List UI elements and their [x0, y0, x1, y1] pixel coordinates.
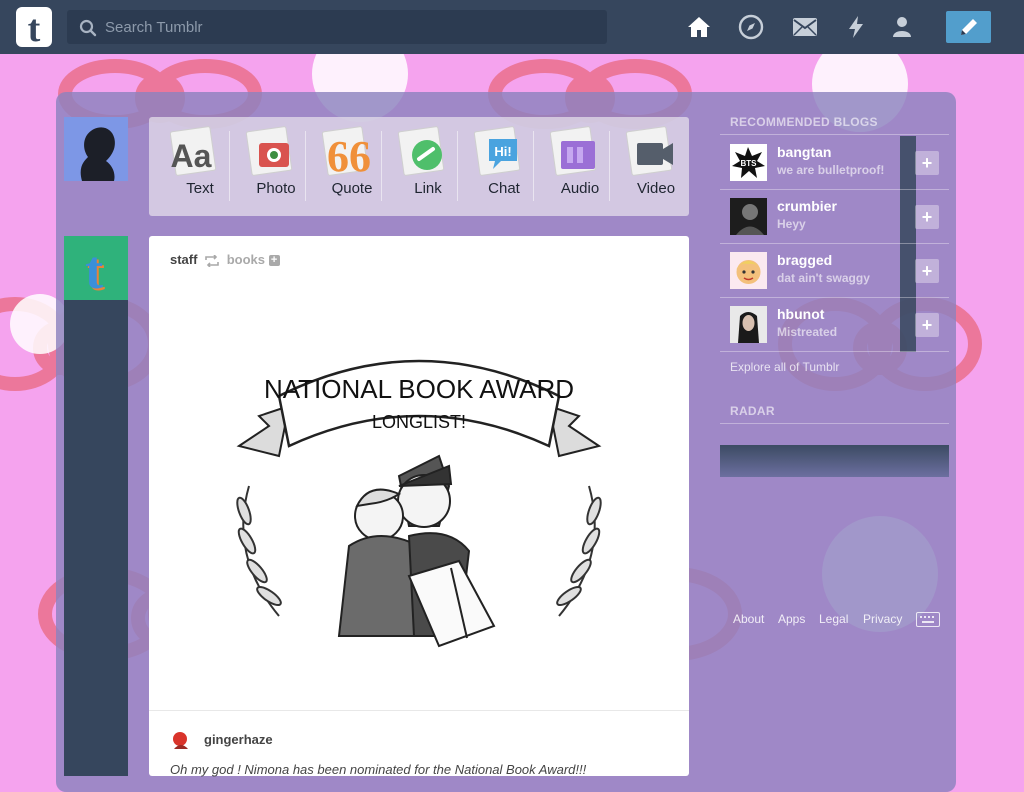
svg-text:BTS: BTS	[741, 159, 758, 168]
tumblr-logo-icon[interactable]: t	[14, 5, 54, 49]
radar-post-preview[interactable]	[720, 445, 949, 477]
blog-subtitle: dat ain't swaggy	[777, 271, 870, 285]
account-icon[interactable]	[888, 13, 916, 41]
follow-button[interactable]: +	[915, 313, 939, 337]
user-avatar[interactable]	[64, 117, 128, 181]
fade-edge	[900, 190, 916, 244]
post-divider	[149, 710, 689, 711]
chat-icon: Hi!	[473, 126, 521, 176]
post-caption: Oh my god ! Nimona has been nominated fo…	[170, 762, 587, 777]
reblogger-name[interactable]: gingerhaze	[204, 732, 273, 747]
national-book-award-illustration: NATIONAL BOOK AWARD LONGLIST!	[236, 359, 602, 648]
illustration-subtitle-text: LONGLIST!	[372, 412, 466, 432]
divider	[720, 351, 949, 352]
footer-link-privacy[interactable]: Privacy	[863, 612, 902, 626]
post-type-audio[interactable]: Audio	[533, 117, 611, 216]
blog-subtitle: Heyy	[777, 217, 806, 231]
search-input[interactable]	[105, 10, 595, 44]
post-type-chat[interactable]: Hi! Chat	[457, 117, 535, 216]
blog-name: hbunot	[777, 306, 825, 322]
post-type-photo[interactable]: Photo	[229, 117, 307, 216]
quote-icon: 66	[321, 126, 371, 179]
search-box[interactable]	[67, 10, 607, 44]
recommended-blog-item[interactable]: crumbier Heyy +	[720, 190, 949, 244]
divider	[720, 423, 949, 424]
post-type-label: Video	[636, 180, 676, 197]
svg-text:66: 66	[327, 132, 371, 179]
reblogged-from-link[interactable]: books	[227, 252, 265, 267]
reblog-icon	[205, 253, 219, 268]
footer-link-apps[interactable]: Apps	[778, 612, 805, 626]
follow-button[interactable]: +	[915, 151, 939, 175]
explore-link[interactable]: Explore all of Tumblr	[730, 360, 839, 374]
blog-subtitle: we are bulletproof!	[777, 163, 885, 177]
divider	[720, 134, 949, 135]
explore-icon[interactable]	[737, 13, 765, 41]
pencil-icon	[960, 19, 977, 35]
radar-heading: RADAR	[730, 404, 775, 418]
reblogger-avatar[interactable]	[170, 729, 192, 751]
post-type-bar: Aa Text Photo 66 Quote Link Hi! Chat Aud…	[149, 117, 689, 216]
link-icon	[397, 126, 445, 176]
video-icon	[625, 126, 673, 176]
post-type-video[interactable]: Video	[609, 117, 687, 216]
follow-plus-icon[interactable]: +	[268, 255, 280, 267]
blog-avatar	[730, 306, 767, 343]
blog-avatar: BTS	[730, 144, 767, 181]
recommended-blogs-heading: RECOMMENDED BLOGS	[730, 115, 878, 129]
recommended-blog-item[interactable]: BTS bangtan we are bulletproof! +	[720, 136, 949, 190]
fade-edge	[900, 298, 916, 352]
text-icon: Aa	[169, 126, 217, 176]
post-avatar-column	[64, 236, 128, 776]
fade-edge	[900, 244, 916, 298]
inbox-icon[interactable]	[791, 13, 819, 41]
staff-avatar[interactable]: t t	[64, 236, 128, 302]
blog-name: bangtan	[777, 144, 832, 160]
fade-edge	[900, 136, 916, 190]
search-icon	[79, 19, 97, 37]
blog-avatar	[730, 198, 767, 235]
keyboard-shortcuts-icon[interactable]	[916, 612, 940, 627]
blog-name: crumbier	[777, 198, 837, 214]
post-header: staff books +	[170, 252, 280, 268]
home-icon[interactable]	[685, 13, 713, 41]
footer-link-legal[interactable]: Legal	[819, 612, 848, 626]
activity-icon[interactable]	[842, 13, 870, 41]
photo-icon	[245, 126, 293, 176]
post-card: staff books + NATIONAL BOOK AWARD LONGLI…	[149, 236, 689, 777]
follow-button[interactable]: +	[915, 205, 939, 229]
svg-text:t: t	[28, 8, 41, 49]
recommended-blog-item[interactable]: bragged dat ain't swaggy +	[720, 244, 949, 298]
post-author-link[interactable]: staff	[170, 252, 197, 267]
svg-text:Hi!: Hi!	[494, 144, 511, 159]
post-type-quote[interactable]: 66 Quote	[305, 117, 383, 216]
compose-button[interactable]	[946, 11, 991, 43]
svg-text:t: t	[85, 240, 103, 300]
illustration-banner-text: NATIONAL BOOK AWARD	[264, 374, 574, 404]
blog-avatar	[730, 252, 767, 289]
audio-icon	[549, 126, 597, 176]
blog-name: bragged	[777, 252, 833, 268]
post-type-text[interactable]: Aa Text	[155, 117, 231, 216]
footer-link-about[interactable]: About	[733, 612, 764, 626]
top-navigation-bar: t	[0, 0, 1024, 54]
recommended-blog-item[interactable]: hbunot Mistreated +	[720, 298, 949, 352]
svg-text:Aa: Aa	[171, 138, 212, 174]
follow-button[interactable]: +	[915, 259, 939, 283]
post-type-link[interactable]: Link	[381, 117, 459, 216]
blog-subtitle: Mistreated	[777, 325, 838, 339]
